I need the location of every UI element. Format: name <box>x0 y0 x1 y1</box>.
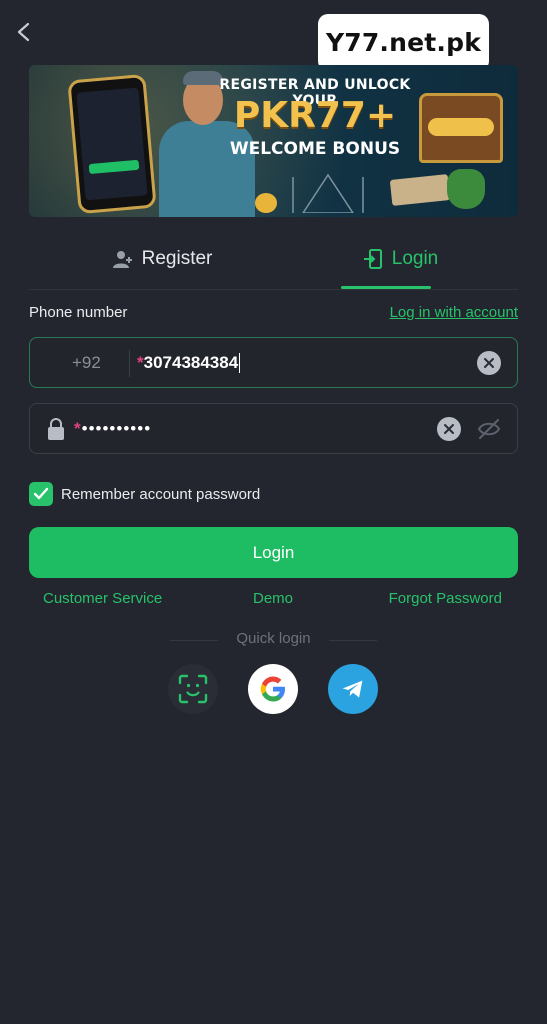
login-with-account-link[interactable]: Log in with account <box>390 304 518 321</box>
telegram-login-button[interactable] <box>328 664 378 714</box>
telegram-icon <box>342 680 363 698</box>
phone-input-value: 3074384384 <box>143 352 239 372</box>
face-id-icon <box>178 674 208 704</box>
banner-subline: WELCOME BONUS <box>229 139 401 159</box>
forgot-password-link[interactable]: Forgot Password <box>389 590 502 607</box>
remember-password-label: Remember account password <box>61 485 261 503</box>
chevron-left-icon <box>17 22 30 42</box>
phone-number-label: Phone number <box>29 304 128 321</box>
google-icon <box>260 676 285 702</box>
password-input[interactable]: * •••••••••• <box>74 404 151 453</box>
remember-password-checkbox[interactable]: Remember account password <box>29 481 260 507</box>
tab-register-label: Register <box>141 248 213 269</box>
demo-link[interactable]: Demo <box>253 590 293 607</box>
close-icon <box>484 358 494 368</box>
phone-field[interactable]: +92 * 3074384384 <box>29 337 518 388</box>
required-mark: * <box>74 418 82 438</box>
eye-off-icon[interactable] <box>476 416 502 442</box>
phone-illustration <box>67 73 157 215</box>
lock-icon <box>48 418 64 440</box>
active-tab-indicator <box>341 286 431 289</box>
login-button[interactable]: Login <box>29 527 518 578</box>
password-field[interactable]: * •••••••••• <box>29 403 518 454</box>
quick-login-title: Quick login <box>236 630 311 647</box>
login-door-icon <box>363 249 382 269</box>
password-input-value: •••••••••• <box>81 418 152 438</box>
banner-amount: PKR77+ <box>233 95 397 136</box>
customer-service-link[interactable]: Customer Service <box>43 590 162 607</box>
country-code[interactable]: +92 <box>72 338 101 387</box>
coins-illustration <box>255 193 277 213</box>
text-caret <box>239 352 241 373</box>
clear-phone-button[interactable] <box>477 351 501 375</box>
face-login-button[interactable] <box>168 664 218 714</box>
clear-password-button[interactable] <box>437 417 461 441</box>
checkmark-icon <box>33 487 49 500</box>
auth-tabs: Register Login <box>29 230 518 290</box>
back-button[interactable] <box>12 18 36 46</box>
tab-login-label: Login <box>391 248 439 269</box>
checkbox-checked[interactable] <box>29 482 53 506</box>
money-bag-illustration <box>447 169 485 209</box>
auxiliary-links: Customer Service Demo Forgot Password <box>29 590 518 614</box>
divider <box>329 640 377 641</box>
phone-input[interactable]: * 3074384384 <box>137 338 241 387</box>
brand-badge: Y77.net.pk <box>318 14 489 71</box>
promo-banner[interactable]: REGISTER AND UNLOCK YOUR PKR77+ WELCOME … <box>29 65 518 217</box>
close-icon <box>444 424 454 434</box>
google-login-button[interactable] <box>248 664 298 714</box>
user-plus-icon <box>112 251 132 268</box>
tab-register[interactable]: Register <box>62 230 262 288</box>
tab-login[interactable]: Login <box>300 230 500 288</box>
mosque-illustration <box>292 173 364 213</box>
required-mark: * <box>137 352 144 372</box>
treasure-chest-illustration <box>419 93 503 163</box>
